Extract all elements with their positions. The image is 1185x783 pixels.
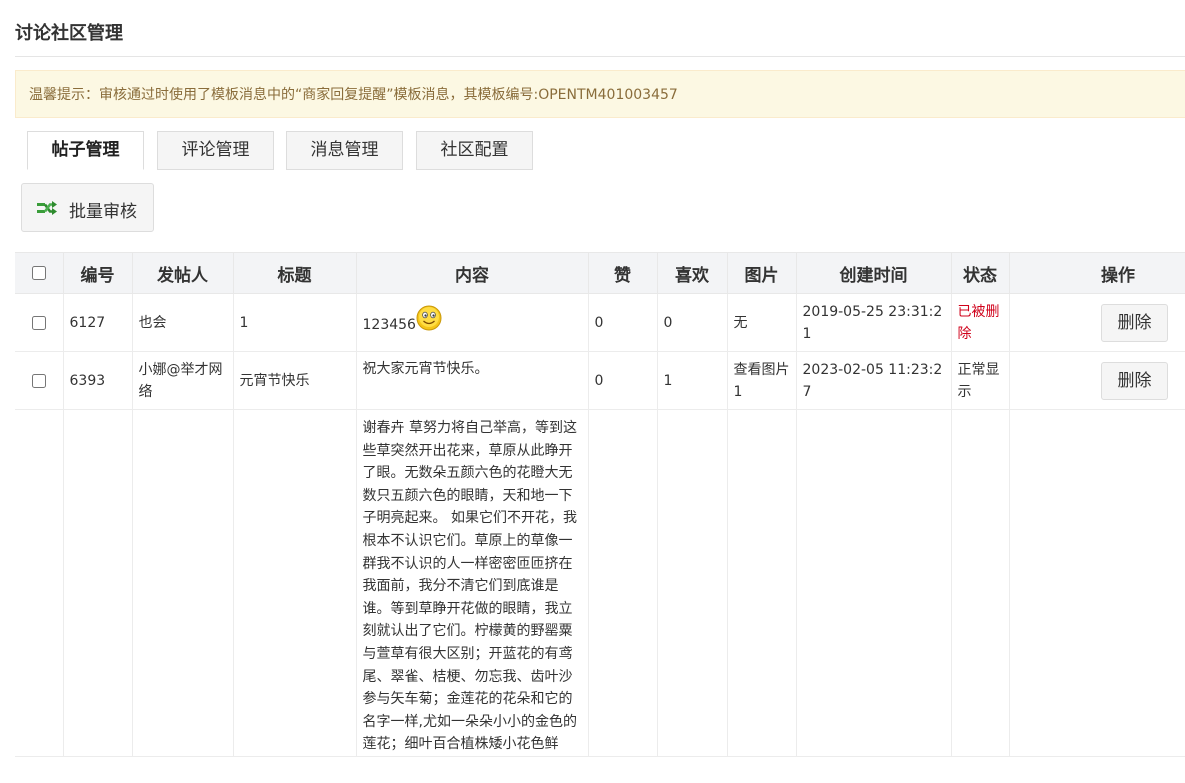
batch-review-label: 批量审核 (69, 202, 137, 222)
tab-community-settings[interactable]: 社区配置 (416, 131, 533, 170)
title-divider (15, 56, 1185, 57)
post-content: 祝大家元宵节快乐。 (355, 351, 589, 410)
post-created: 2019-05-25 23:31:21 (795, 293, 952, 352)
post-content: 谢春卉 草努力将自己举高，等到这些草突然开出花来，草原从此睁开了眼。无数朵五颜六… (355, 409, 589, 757)
post-title: 1 (232, 293, 357, 352)
post-favorites: 0 (656, 293, 728, 352)
row-select-cell (15, 351, 64, 410)
delete-button[interactable]: 删除 (1101, 303, 1168, 342)
page-title: 讨论社区管理 (15, 23, 123, 44)
post-id: 6127 (62, 293, 133, 352)
row-select-cell (15, 409, 64, 757)
header-content: 内容 (355, 252, 589, 294)
post-id: 6393 (62, 351, 133, 410)
post-title (232, 409, 357, 757)
post-image: 无 (726, 293, 797, 352)
post-status (950, 409, 1010, 757)
header-image: 图片 (726, 252, 797, 294)
post-id (62, 409, 133, 757)
table-row: 谢春卉 草努力将自己举高，等到这些草突然开出花来，草原从此睁开了眼。无数朵五颜六… (15, 409, 1185, 757)
row-checkbox[interactable] (31, 373, 46, 388)
post-likes (587, 409, 658, 757)
post-favorites: 1 (656, 351, 728, 410)
smiley-emoji-icon (416, 305, 442, 330)
post-author: 小娜@举才网络 (131, 351, 234, 410)
table-row: 6393 小娜@举才网络 元宵节快乐 祝大家元宵节快乐。 0 1 查看图片1 2… (15, 351, 1185, 410)
tab-comments[interactable]: 评论管理 (157, 131, 274, 170)
row-select-cell (15, 293, 64, 352)
post-content-cell: 123456 (355, 293, 589, 352)
batch-review-button[interactable]: 批量审核 (21, 183, 154, 232)
tab-messages[interactable]: 消息管理 (286, 131, 403, 170)
shuffle-arrows-icon (37, 201, 57, 215)
view-image-link[interactable]: 查看图片1 (726, 351, 797, 410)
post-likes: 0 (587, 293, 658, 352)
post-favorites (656, 409, 728, 757)
post-created (795, 409, 952, 757)
post-status: 已被删除 (950, 293, 1010, 352)
tab-posts[interactable]: 帖子管理 (27, 131, 144, 170)
header-author: 发帖人 (131, 252, 234, 294)
table-row: 6127 也会 1 123456 0 0 无 2019-05-25 23:31:… (15, 293, 1185, 352)
select-all-cell (15, 252, 64, 294)
post-title: 元宵节快乐 (232, 351, 357, 410)
post-created: 2023-02-05 11:23:27 (795, 351, 952, 410)
post-image (726, 409, 797, 757)
delete-button[interactable]: 删除 (1101, 361, 1168, 400)
post-actions: 删除 (1008, 293, 1185, 352)
header-title: 标题 (232, 252, 357, 294)
post-author (131, 409, 234, 757)
row-checkbox[interactable] (31, 315, 46, 330)
post-likes: 0 (587, 351, 658, 410)
post-author: 也会 (131, 293, 234, 352)
posts-table: 编号 发帖人 标题 内容 赞 喜欢 图片 创建时间 状态 操作 6127 也会 … (15, 252, 1185, 757)
header-favorites: 喜欢 (656, 252, 728, 294)
post-status: 正常显示 (950, 351, 1010, 410)
post-content: 123456 (362, 316, 416, 333)
post-actions (1008, 409, 1185, 757)
header-action: 操作 (1008, 252, 1185, 294)
header-likes: 赞 (587, 252, 658, 294)
post-actions: 删除 (1008, 351, 1185, 410)
header-status: 状态 (950, 252, 1010, 294)
header-created: 创建时间 (795, 252, 952, 294)
header-id: 编号 (62, 252, 133, 294)
notice-banner: 温馨提示：审核通过时使用了模板消息中的“商家回复提醒”模板消息，其模板编号:OP… (15, 70, 1185, 118)
select-all-checkbox[interactable] (31, 266, 46, 280)
table-header-row: 编号 发帖人 标题 内容 赞 喜欢 图片 创建时间 状态 操作 (15, 252, 1185, 294)
